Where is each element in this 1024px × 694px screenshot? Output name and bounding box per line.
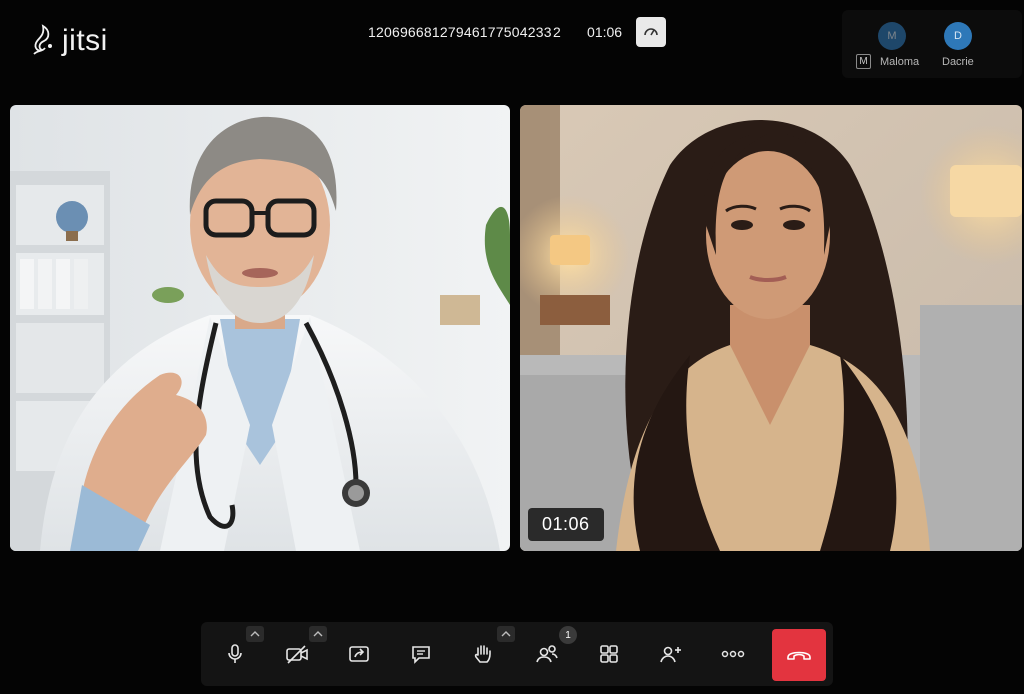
avatar[interactable]: D: [944, 22, 972, 50]
doctor-video: [10, 105, 510, 551]
tile-timer: 01:06: [528, 508, 604, 541]
chevron-up-icon: [501, 631, 511, 637]
more-actions-button[interactable]: [711, 632, 755, 676]
chat-icon: [412, 646, 430, 664]
chat-button[interactable]: [399, 632, 443, 676]
avatar-initial: D: [954, 30, 962, 42]
participant-count-badge: 1: [559, 626, 577, 644]
chevron-up-icon: [250, 631, 260, 637]
participant-filmstrip: M D M Maloma Dacrie: [842, 10, 1022, 78]
meeting-id: 12069668127946177504233 2: [368, 24, 562, 40]
connection-performance-button[interactable]: [636, 17, 667, 47]
reactions-toggle[interactable]: [497, 626, 515, 642]
invite-button[interactable]: [649, 632, 693, 676]
video-tile-doctor[interactable]: [10, 105, 510, 551]
microphone-icon: [228, 644, 242, 663]
share-screen-button[interactable]: [337, 632, 381, 676]
meeting-timer: 01:06: [587, 24, 623, 40]
add-user-icon: [660, 646, 681, 663]
participant-name: Maloma: [880, 56, 920, 68]
video-tile-patient[interactable]: 01:06: [520, 105, 1022, 551]
jitsi-logo: jitsi: [30, 24, 108, 58]
meeting-info: 12069668127946177504233 2 01:06: [368, 17, 667, 47]
jitsi-logo-icon: [33, 24, 52, 55]
chevron-up-icon: [313, 631, 323, 637]
share-screen-icon: [349, 646, 369, 662]
participants-icon: [536, 645, 558, 663]
avatar[interactable]: M: [878, 22, 906, 50]
patient-video: [520, 105, 1022, 551]
avatar-initial: M: [887, 30, 897, 42]
tile-view-button[interactable]: [587, 632, 631, 676]
camera-options-toggle[interactable]: [309, 626, 327, 642]
grid-icon: [600, 645, 618, 663]
microphone-options-toggle[interactable]: [246, 626, 264, 642]
raise-hand-icon: [474, 645, 491, 663]
camera-off-icon: [286, 645, 308, 664]
more-icon: [721, 650, 745, 658]
hangup-button[interactable]: [772, 629, 826, 681]
hangup-icon: [787, 651, 811, 660]
participant-badge: M: [856, 54, 871, 69]
participant-name: Dacrie: [942, 56, 974, 68]
gauge-icon: [644, 28, 658, 36]
logo-text: jitsi: [62, 24, 108, 57]
call-toolbar: 1: [201, 622, 833, 686]
